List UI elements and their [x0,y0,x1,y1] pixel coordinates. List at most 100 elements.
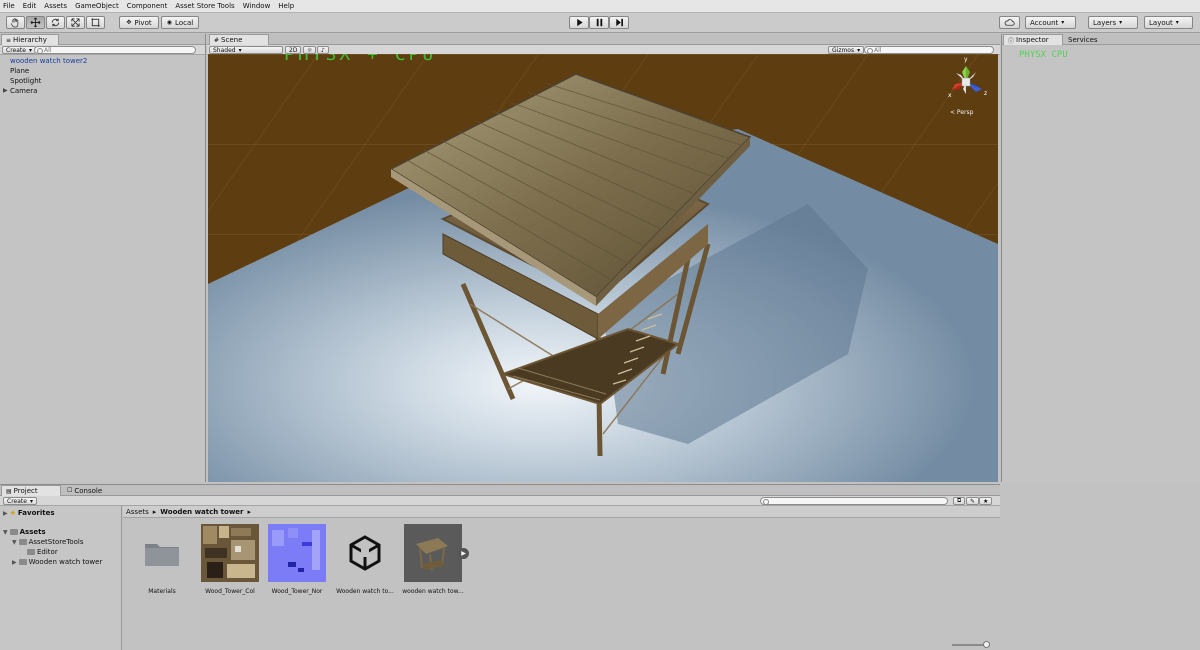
menu-gameobject[interactable]: GameObject [75,2,119,10]
cloud-icon [1004,19,1015,26]
hierarchy-tab-icon: ≡ [6,36,12,44]
scene-view[interactable]: PHYSX + CPU y x z < Persp [208,54,998,482]
scale-tool-button[interactable] [66,16,85,29]
scene-orientation-gizmo[interactable]: y x z < Persp [946,56,992,118]
breadcrumb-separator-icon: ▸ [247,507,252,516]
menu-assets[interactable]: Assets [44,2,67,10]
hierarchy-subbar: Create All [0,45,205,55]
rect-tool-icon [91,18,100,27]
tree-editor[interactable]: Editor [27,548,58,556]
inspector-panel: ⓘ Inspector Services PHYSX CPU [1001,34,1200,482]
hierarchy-item-plane[interactable]: Plane [10,67,29,75]
cloud-button[interactable] [999,16,1020,29]
projection-label[interactable]: < Persp [950,109,973,116]
star-icon: ★ [983,497,989,505]
lighting-toggle[interactable]: ☼ [303,46,317,54]
asset-wood-tower-col[interactable]: Wood_Tower_Col [197,524,263,595]
rotate-tool-button[interactable] [46,16,65,29]
menu-file[interactable]: File [3,2,15,10]
slider-handle[interactable] [983,641,990,648]
tree-wooden-watch-tower[interactable]: ▶ Wooden watch tower [12,558,102,566]
tab-services[interactable]: Services [1064,34,1102,45]
diffuse-texture-thumbnail [201,524,259,582]
expand-arrow-icon: ▼ [12,538,17,546]
account-dropdown[interactable]: Account [1025,16,1076,29]
hierarchy-search-input[interactable]: All [34,46,196,54]
tab-scene[interactable]: # Scene [209,34,269,45]
breadcrumb-assets[interactable]: Assets [126,508,149,516]
hierarchy-panel: ≡ Hierarchy Create All wooden watch towe… [0,34,206,482]
folder-icon [18,539,27,545]
project-create-dropdown[interactable]: Create [3,497,37,505]
hand-tool-button[interactable] [6,16,25,29]
filter-label-button[interactable]: ✎ [966,497,980,505]
asset-wooden-watch-tower-model[interactable]: Wooden watch to... [332,524,398,595]
folder-icon [133,524,191,582]
breadcrumb: Assets ▸ Wooden watch tower ▸ [123,506,1000,518]
move-tool-button[interactable] [26,16,45,29]
asset-wooden-watch-tower-prefab[interactable]: ▶ wooden watch tow... [400,524,469,595]
hand-icon [11,18,19,28]
project-folder-tree: ▶ ★ Favorites ▼ Assets ▼ AssetStoreTools… [0,506,122,650]
asset-wood-tower-nor[interactable]: Wood_Tower_Nor [264,524,330,595]
tree-assets[interactable]: ▼ Assets [3,528,46,536]
move-arrows-icon [30,17,41,28]
scene-search-input[interactable]: All [864,46,994,54]
hierarchy-item-spotlight[interactable]: Spotlight [10,77,41,85]
hierarchy-create-dropdown[interactable]: Create [2,46,36,54]
2d-toggle[interactable]: 2D [285,46,302,54]
hierarchy-expand-arrow-icon[interactable]: ▶ [3,87,8,94]
tab-project[interactable]: ▤ Project [1,485,61,496]
pivot-toggle[interactable]: ✥ Pivot [119,16,159,29]
main-toolbar: ✥Pivot ◉Local Account Layers Layout [0,13,1200,33]
folder-icon [27,549,35,555]
expand-arrow-icon: ▼ [3,528,8,536]
folder-icon [18,559,27,565]
project-tabbar: ▤ Project ☐ Console [0,485,1000,496]
tab-inspector[interactable]: ⓘ Inspector [1003,34,1063,45]
play-icon [576,18,583,27]
layers-dropdown[interactable]: Layers [1088,16,1138,29]
menu-component[interactable]: Component [127,2,168,10]
unity-logo-icon [336,524,394,582]
local-icon: ◉ [166,19,173,26]
local-toggle[interactable]: ◉ Local [161,16,199,29]
scale-icon [71,18,80,27]
menu-asset-store-tools[interactable]: Asset Store Tools [175,2,234,10]
play-button[interactable] [569,16,589,29]
rotate-icon [51,18,60,27]
menu-window[interactable]: Window [243,2,271,10]
menu-help[interactable]: Help [278,2,294,10]
menu-edit[interactable]: Edit [23,2,37,10]
project-search-input[interactable] [760,497,948,505]
gizmos-dropdown[interactable]: Gizmos [828,46,865,54]
layout-dropdown[interactable]: Layout [1144,16,1193,29]
step-button[interactable] [609,16,629,29]
tree-assetstoretools[interactable]: ▼ AssetStoreTools [12,538,84,546]
asset-materials[interactable]: Materials [129,524,195,595]
axis-x-label: x [948,92,952,99]
pause-button[interactable] [589,16,609,29]
axis-gizmo-icon [952,66,982,94]
audio-toggle[interactable]: ♪ [317,46,329,54]
shading-mode-dropdown[interactable]: Shaded [209,46,283,54]
filter-type-button[interactable]: ⧉ [953,497,966,505]
breadcrumb-separator-icon: ▸ [152,507,157,516]
hierarchy-item-camera[interactable]: Camera [10,87,37,95]
inspector-physx-overlay: PHYSX CPU [1019,50,1068,60]
breadcrumb-current[interactable]: Wooden watch tower [160,508,243,516]
audio-icon: ♪ [321,46,325,54]
tab-hierarchy[interactable]: ≡ Hierarchy [1,34,59,45]
expand-arrow-icon: ▶ [12,558,17,566]
favorite-search-button[interactable]: ★ [979,497,993,505]
filter-icon: ⧉ [957,497,962,504]
expand-prefab-icon[interactable]: ▶ [458,548,469,559]
project-tab-icon: ▤ [6,487,12,495]
prefab-preview-thumbnail [404,524,462,582]
tab-console[interactable]: ☐ Console [63,485,106,496]
label-icon: ✎ [970,497,976,505]
rect-tool-button[interactable] [86,16,105,29]
tree-favorites[interactable]: ▶ ★ Favorites [3,509,55,517]
icon-size-slider[interactable] [952,641,990,648]
hierarchy-item-wooden-watch-tower2[interactable]: wooden watch tower2 [10,57,87,65]
